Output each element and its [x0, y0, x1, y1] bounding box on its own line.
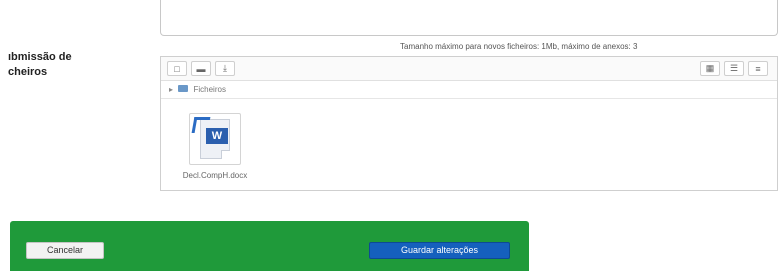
file-submission-label: ıbmissão de cheiros: [8, 50, 148, 80]
file-submission-label-line1: ıbmissão de: [8, 51, 72, 63]
view-tree-icon: ≡: [755, 63, 761, 74]
expand-arrow-icon[interactable]: ▸: [169, 85, 173, 94]
view-list-button[interactable]: ☰: [724, 61, 744, 76]
file-item[interactable]: W Decl.CompH.docx: [175, 113, 255, 185]
download-icon: ⤓: [223, 63, 227, 73]
breadcrumb: ▸ Ficheiros: [161, 81, 777, 99]
cancel-button[interactable]: Cancelar: [26, 242, 104, 259]
view-tree-button[interactable]: ≡: [748, 61, 768, 76]
description-editor[interactable]: [160, 0, 778, 36]
view-icons-button[interactable]: ▦: [700, 61, 720, 76]
word-document-icon: W: [189, 113, 241, 165]
folder-icon: [178, 85, 189, 93]
max-size-note: Tamanho máximo para novos ficheiros: 1Mb…: [400, 42, 638, 51]
file-submission-label-line2: cheiros: [8, 66, 48, 78]
file-manager-toolbar: □ ▬ ⤓ ▦ ☰ ≡: [161, 57, 777, 81]
breadcrumb-folder-label[interactable]: Ficheiros: [193, 85, 225, 94]
view-icons-icon: ▦: [705, 63, 715, 73]
download-button[interactable]: ⤓: [215, 61, 235, 76]
create-folder-button[interactable]: ▬: [191, 61, 211, 76]
add-file-icon: □: [174, 63, 180, 74]
create-folder-icon: ▬: [196, 63, 206, 74]
page-fold: [221, 150, 230, 159]
view-list-icon: ☰: [729, 63, 739, 73]
add-file-button[interactable]: □: [167, 61, 187, 76]
word-badge: W: [206, 128, 228, 144]
file-manager: □ ▬ ⤓ ▦ ☰ ≡ ▸ Ficheiros W Decl.CompH.doc…: [160, 56, 778, 191]
save-changes-button[interactable]: Guardar alterações: [369, 242, 510, 259]
file-name: Decl.CompH.docx: [182, 171, 248, 180]
